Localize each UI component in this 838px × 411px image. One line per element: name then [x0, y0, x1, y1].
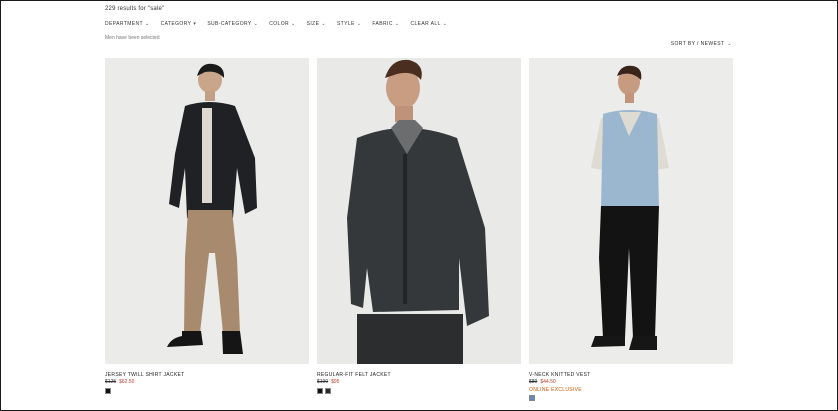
chevron-down-icon: ⌄: [442, 21, 448, 27]
product-prices: $125 $62.50: [105, 379, 134, 385]
color-swatch[interactable]: [325, 388, 331, 394]
filter-label: CATEGORY: [160, 21, 192, 27]
old-price: $125: [105, 379, 117, 385]
results-count: 229 results for "sale": [105, 6, 165, 12]
chevron-down-icon: ⌄: [291, 21, 296, 27]
filter-fabric[interactable]: FABRIC ⌄: [372, 21, 399, 27]
filter-department[interactable]: DEPARTMENT ⌄: [105, 21, 150, 27]
filter-label: FABRIC: [372, 21, 393, 27]
color-swatches: [529, 395, 535, 401]
filter-label: SUB-CATEGORY: [207, 21, 252, 27]
product-image[interactable]: [317, 58, 521, 364]
online-exclusive-badge: ONLINE EXCLUSIVE: [529, 387, 582, 393]
filter-bar: DEPARTMENT ⌄ CATEGORY ▾ SUB-CATEGORY ⌄ C…: [105, 21, 458, 27]
product-card[interactable]: REGULAR-FIT FELT JACKET $190 $95: [317, 58, 521, 394]
chevron-down-icon: ⌄: [356, 21, 362, 27]
old-price: $89: [529, 379, 538, 385]
filter-label: CLEAR ALL: [410, 21, 441, 27]
filter-size[interactable]: SIZE ⌄: [307, 21, 326, 27]
old-price: $190: [317, 379, 329, 385]
chevron-down-icon: ▾: [193, 21, 197, 27]
product-image[interactable]: [529, 58, 733, 364]
filter-sub-category[interactable]: SUB-CATEGORY ⌄: [207, 21, 258, 27]
chevron-down-icon: ⌄: [394, 21, 400, 27]
sale-price: $44.50: [540, 379, 556, 385]
selected-note: Men have been selected: [105, 35, 160, 41]
color-swatch[interactable]: [529, 395, 535, 401]
color-swatches: [105, 388, 111, 394]
product-card[interactable]: JERSEY TWILL SHIRT JACKET $125 $62.50: [105, 58, 309, 394]
sale-price: $62.50: [119, 379, 135, 385]
filter-style[interactable]: STYLE ⌄: [337, 21, 361, 27]
product-name[interactable]: V-NECK KNITTED VEST: [529, 372, 591, 378]
filter-label: STYLE: [336, 21, 355, 27]
filter-label: COLOR: [269, 21, 290, 27]
filter-label: DEPARTMENT: [105, 21, 143, 27]
product-name[interactable]: REGULAR-FIT FELT JACKET: [317, 372, 391, 378]
filter-label: SIZE: [306, 21, 320, 27]
product-card[interactable]: V-NECK KNITTED VEST $89 $44.50 ONLINE EX…: [529, 58, 733, 401]
color-swatches: [317, 388, 331, 394]
product-prices: $190 $95: [317, 379, 339, 385]
product-name[interactable]: JERSEY TWILL SHIRT JACKET: [105, 372, 184, 378]
filter-clear-all[interactable]: CLEAR ALL ⌄: [410, 21, 447, 27]
product-prices: $89 $44.50: [529, 379, 556, 385]
filter-category[interactable]: CATEGORY ▾: [161, 21, 197, 27]
color-swatch[interactable]: [317, 388, 323, 394]
sale-price: $95: [331, 379, 340, 385]
chevron-down-icon: ⌄: [253, 21, 259, 27]
chevron-down-icon: ⌄: [321, 21, 326, 27]
chevron-down-icon: ⌄: [727, 41, 732, 47]
sort-label: SORT BY / NEWEST: [670, 41, 725, 47]
sort-dropdown[interactable]: SORT BY / NEWEST ⌄: [671, 41, 732, 47]
chevron-down-icon: ⌄: [144, 21, 150, 27]
filter-color[interactable]: COLOR ⌄: [269, 21, 295, 27]
product-image[interactable]: [105, 58, 309, 364]
color-swatch[interactable]: [105, 388, 111, 394]
